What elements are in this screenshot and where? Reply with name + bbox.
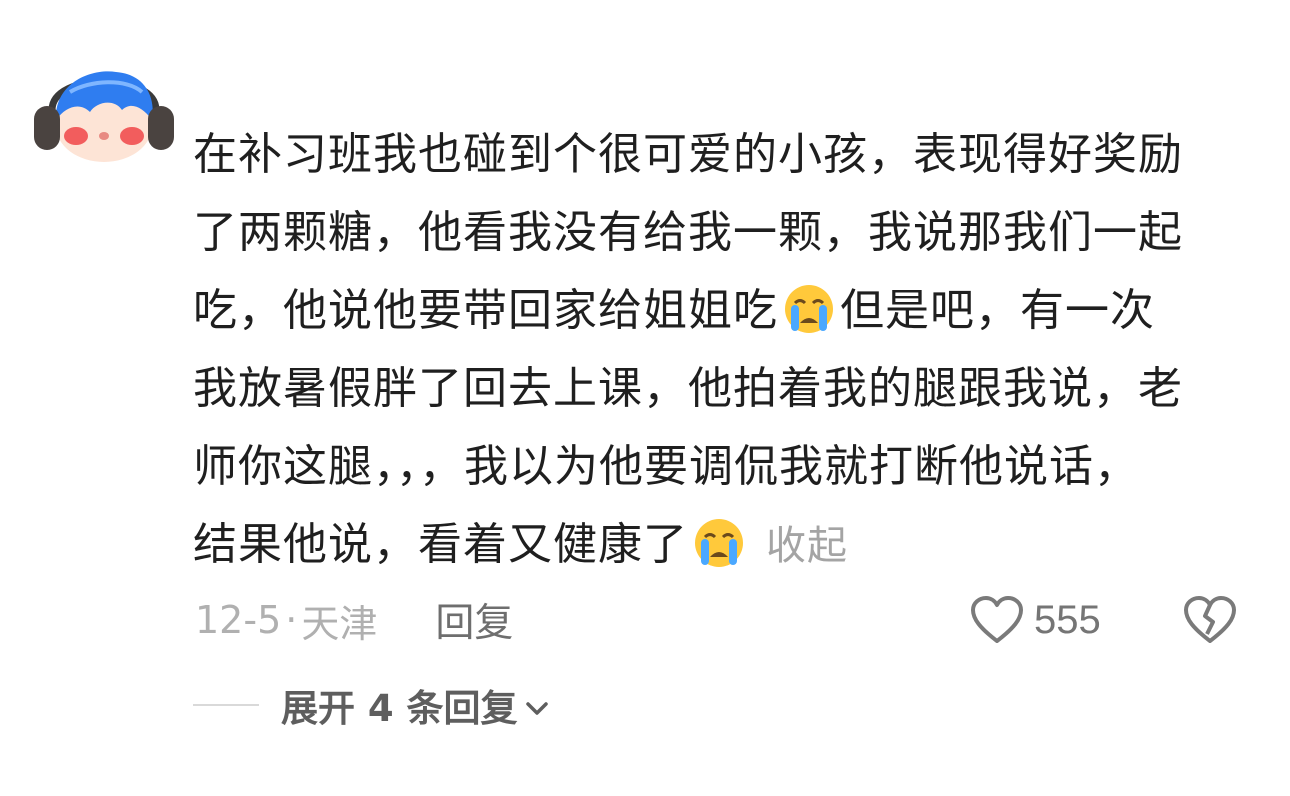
comment-line-segment: 吃，他说他要带回家给姐姐吃 bbox=[193, 285, 778, 336]
avatar-illustration bbox=[34, 71, 174, 162]
broken-heart-icon bbox=[1184, 596, 1236, 643]
comment-item: 在补习班我也碰到个很可爱的小孩，表现得好奖励 了两颗糖，他看我没有给我一颗，我说… bbox=[0, 0, 1290, 796]
like-button[interactable]: 555 bbox=[970, 592, 1101, 648]
heart-outline-icon bbox=[971, 596, 1023, 643]
comment-location: 天津 bbox=[301, 601, 378, 646]
comment-line: 吃，他说他要带回家给姐姐吃 但是吧，有一次 bbox=[193, 272, 1253, 350]
comment-line-segment: 结果他说，看着又健康了 bbox=[193, 519, 688, 570]
loudly-crying-face-icon bbox=[780, 282, 838, 334]
reply-button[interactable]: 回复 bbox=[435, 592, 513, 648]
comment-text: 在补习班我也碰到个很可爱的小孩，表现得好奖励 了两颗糖，他看我没有给我一颗，我说… bbox=[193, 116, 1253, 584]
like-count: 555 bbox=[1034, 597, 1101, 642]
comment-line: 师你这腿，，，我以为他要调侃我就打断他说话， bbox=[193, 441, 1139, 492]
comment-meta: 12-5 · 天津 回复 bbox=[195, 592, 513, 648]
expand-replies-row: 展开 4 条回复 bbox=[193, 680, 550, 730]
comment-line: 了两颗糖，他看我没有给我一颗，我说那我们一起 bbox=[193, 207, 1183, 258]
comment-line: 在补习班我也碰到个很可爱的小孩，表现得好奖励 bbox=[193, 129, 1183, 180]
expand-replies-button[interactable]: 展开 4 条回复 bbox=[281, 678, 550, 732]
comment-line: 结果他说，看着又健康了 收起 bbox=[193, 506, 1253, 584]
collapse-link[interactable]: 收起 bbox=[766, 523, 848, 569]
comment-line: 我放暑假胖了回去上课，他拍着我的腿跟我说，老 bbox=[193, 363, 1183, 414]
chevron-down-icon bbox=[524, 684, 550, 727]
comment-date: 12-5 bbox=[195, 598, 282, 642]
divider bbox=[193, 704, 259, 706]
expand-replies-label: 展开 4 条回复 bbox=[281, 687, 518, 730]
meta-separator: · bbox=[285, 598, 298, 642]
dislike-button[interactable] bbox=[1182, 594, 1238, 646]
loudly-crying-face-icon bbox=[690, 516, 748, 568]
avatar[interactable] bbox=[30, 62, 178, 166]
comment-line-segment: 但是吧，有一次 bbox=[840, 285, 1155, 336]
